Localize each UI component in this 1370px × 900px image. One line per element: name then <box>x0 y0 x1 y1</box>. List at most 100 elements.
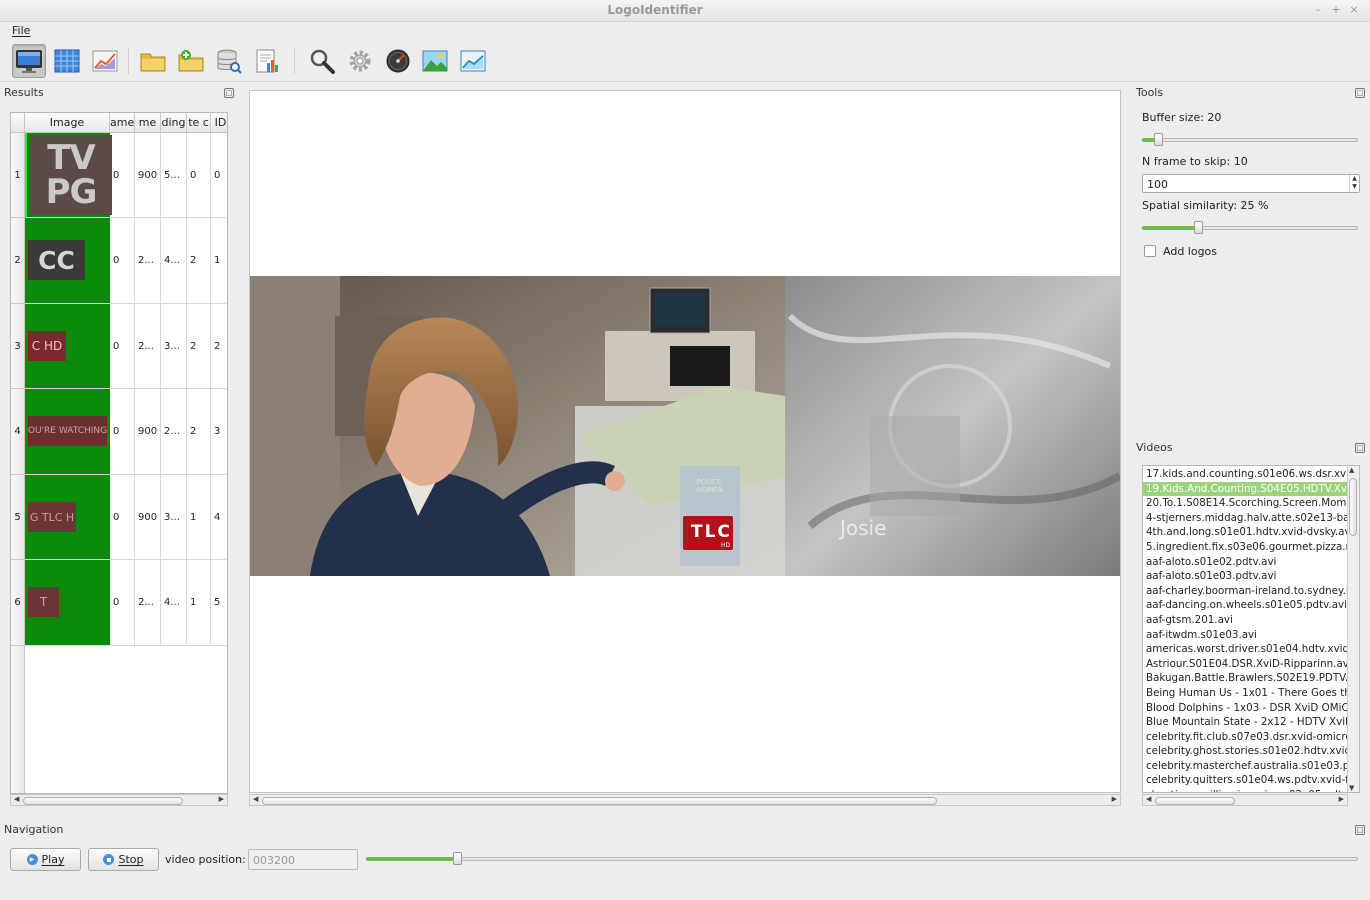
scroll-right-icon[interactable]: ▶ <box>219 795 224 803</box>
row-header[interactable]: 6 <box>11 560 25 646</box>
video-list-item[interactable]: celebrity.quitters.s01e04.ws.pdtv.xvid-f <box>1143 773 1347 788</box>
video-list-item[interactable]: Bakugan.Battle.Brawlers.S02E19.PDTV. <box>1143 671 1347 686</box>
slider-handle[interactable] <box>1154 133 1163 146</box>
undock-icon[interactable]: □ <box>1355 443 1365 453</box>
video-list-item[interactable]: 17.kids.and.counting.s01e06.ws.dsr.xvid <box>1143 467 1347 482</box>
minimize-icon[interactable]: – <box>1311 3 1325 17</box>
add-logos-checkbox[interactable] <box>1144 245 1156 257</box>
video-list-item[interactable]: celebrity.fit.club.s07e03.dsr.xvid-omicr… <box>1143 730 1347 745</box>
scroll-left-icon[interactable]: ◀ <box>253 795 258 803</box>
videos-list[interactable]: 17.kids.and.counting.s01e06.ws.dsr.xvid 1… <box>1142 465 1360 793</box>
scroll-left-icon[interactable]: ◀ <box>14 795 19 803</box>
slider-handle[interactable] <box>453 852 462 865</box>
spatial-similarity-slider[interactable] <box>1142 221 1358 234</box>
scroll-left-icon[interactable]: ◀ <box>1146 795 1151 803</box>
navigation-dock-title: Navigation <box>4 823 64 836</box>
scrollbar-thumb[interactable] <box>1349 478 1357 536</box>
video-list-item[interactable]: aaf-aloto.s01e02.pdtv.avi <box>1143 555 1347 570</box>
menubar <box>0 22 1370 40</box>
database-search-button[interactable] <box>212 44 246 78</box>
image-cell[interactable]: CC <box>25 218 110 304</box>
undock-icon[interactable]: □ <box>224 88 234 98</box>
scrollbar-thumb[interactable] <box>23 797 183 805</box>
video-list-item[interactable]: Astriour.S01E04.DSR.XviD-Ripparinn.av <box>1143 657 1347 672</box>
video-list-item[interactable]: aaf-itwdm.s01e03.avi <box>1143 628 1347 643</box>
video-list-item[interactable]: aaf-gtsm.201.avi <box>1143 613 1347 628</box>
chart-icon <box>92 50 118 72</box>
frame-skip-spinbox[interactable]: 100 ▲ ▼ <box>1142 174 1360 193</box>
video-list-item[interactable]: 4th.and.long.s01e01.hdtv.xvid-dvsky.av <box>1143 525 1347 540</box>
image-cell[interactable]: C HD <box>25 304 110 389</box>
video-list-item[interactable]: 5.ingredient.fix.s03e06.gourmet.pizza.n <box>1143 540 1347 555</box>
open-folder-button[interactable] <box>136 44 170 78</box>
video-position-field[interactable]: 003200 <box>248 849 358 870</box>
grid-view-button[interactable] <box>50 44 84 78</box>
column-header-name[interactable]: ame <box>110 113 135 133</box>
column-header-rate[interactable]: te c <box>187 113 211 133</box>
video-list-item[interactable]: aaf-charley.boorman-ireland.to.sydney.l <box>1143 584 1347 599</box>
close-icon[interactable]: × <box>1347 3 1361 17</box>
column-header-coding[interactable]: ding <box>161 113 187 133</box>
scrollbar-thumb[interactable] <box>262 797 937 805</box>
buffer-size-slider[interactable] <box>1142 133 1358 146</box>
chart-view-button[interactable] <box>88 44 122 78</box>
undock-icon[interactable]: □ <box>1355 88 1365 98</box>
speedometer-button[interactable] <box>381 44 415 78</box>
column-header-image[interactable]: Image <box>25 113 110 133</box>
image-cell[interactable]: OU'RE WATCHING <box>25 389 110 475</box>
scroll-right-icon[interactable]: ▶ <box>1112 795 1117 803</box>
image-cell[interactable]: TV PG <box>25 133 112 218</box>
image-cell[interactable]: G TLC H <box>25 475 110 560</box>
add-folder-button[interactable] <box>174 44 208 78</box>
monitor-view-button[interactable] <box>12 44 46 78</box>
maximize-icon[interactable]: + <box>1329 3 1343 17</box>
table-cell: 3... <box>161 304 187 389</box>
videos-vertical-scrollbar[interactable]: ▲ ▼ <box>1347 466 1359 792</box>
row-header[interactable]: 4 <box>11 389 25 475</box>
scrollbar-thumb[interactable] <box>1155 797 1235 805</box>
viewer-horizontal-scrollbar[interactable]: ◀ ▶ <box>249 794 1121 806</box>
scroll-up-icon[interactable]: ▲ <box>1349 466 1354 474</box>
logo-thumbnail: TV PG <box>30 135 112 215</box>
video-list-item[interactable]: aaf-aloto.s01e03.pdtv.avi <box>1143 569 1347 584</box>
video-list-item[interactable]: aaf-dancing.on.wheels.s01e05.pdtv.avi <box>1143 598 1347 613</box>
video-position-slider[interactable] <box>366 852 1358 865</box>
video-list-item[interactable]: celebrity.masterchef.australia.s01e03.p <box>1143 759 1347 774</box>
video-list-item[interactable]: celebrity.ghost.stories.s01e02.hdtv.xvid <box>1143 744 1347 759</box>
video-list-item[interactable]: americas.worst.driver.s01e04.hdtv.xvid <box>1143 642 1347 657</box>
line-chart-button[interactable] <box>456 44 490 78</box>
undock-icon[interactable]: □ <box>1355 825 1365 835</box>
slider-handle[interactable] <box>1194 221 1203 234</box>
videos-horizontal-scrollbar[interactable]: ◀ ▶ <box>1142 794 1348 806</box>
play-button[interactable]: ▶ Play <box>10 848 81 871</box>
results-horizontal-scrollbar[interactable]: ◀ ▶ <box>10 794 228 806</box>
row-header[interactable]: 2 <box>11 218 25 304</box>
table-cell: 2 <box>211 304 227 389</box>
table-cell: 1 <box>211 218 227 304</box>
column-header-time[interactable]: me <box>135 113 161 133</box>
menu-file[interactable]: File <box>12 24 30 37</box>
results-table[interactable]: Image ame me ding te c ID 1 TV PG 0 900 5… <box>10 112 228 794</box>
image-cell[interactable]: T <box>25 560 110 646</box>
settings-button[interactable] <box>343 44 377 78</box>
landscape-image-button[interactable] <box>418 44 452 78</box>
video-list-item[interactable]: 19.Kids.And.Counting.S04E05.HDTV.XviD <box>1143 481 1347 497</box>
video-list-item[interactable]: 20.To.1.S08E14.Scorching.Screen.Mome <box>1143 496 1347 511</box>
search-button[interactable] <box>305 44 339 78</box>
video-list-item[interactable]: 4-stjerners.middag.halv.atte.s02e13-ba <box>1143 511 1347 526</box>
row-header[interactable]: 1 <box>11 133 25 218</box>
scroll-right-icon[interactable]: ▶ <box>1339 795 1344 803</box>
row-header[interactable]: 3 <box>11 304 25 389</box>
video-list-item[interactable]: Blood Dolphins - 1x03 - DSR XviD OMiC <box>1143 701 1347 716</box>
line-chart-icon <box>460 50 486 72</box>
video-list-item[interactable]: Blue Mountain State - 2x12 - HDTV XviD <box>1143 715 1347 730</box>
scroll-down-icon[interactable]: ▼ <box>1349 784 1354 792</box>
video-list-item[interactable]: chaotic.m.million.invasion.s02e05.pdtv <box>1143 788 1347 792</box>
report-button[interactable] <box>250 44 284 78</box>
video-list-item[interactable]: Being Human Us - 1x01 - There Goes th <box>1143 686 1347 701</box>
row-header[interactable]: 5 <box>11 475 25 560</box>
video-viewer[interactable]: TLC HD POLICE WOMEN Josie <box>249 90 1121 793</box>
spin-arrows-icon[interactable]: ▲ ▼ <box>1349 175 1359 192</box>
stop-button[interactable]: Stop <box>88 848 159 871</box>
column-header-id[interactable]: ID <box>211 113 227 133</box>
